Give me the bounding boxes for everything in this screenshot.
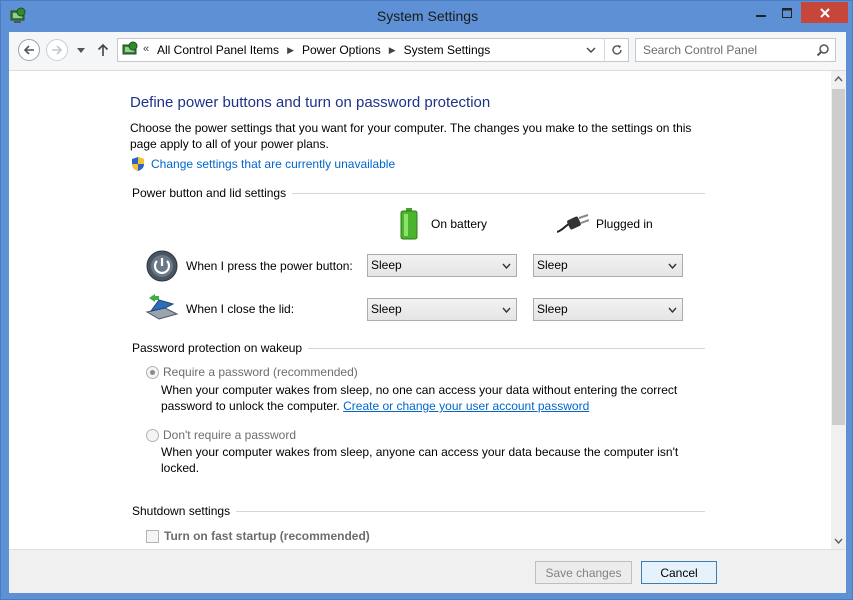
require-password-description: When your computer wakes from sleep, no …	[161, 382, 691, 414]
forward-arrow-icon	[52, 45, 63, 55]
chevron-up-icon	[834, 76, 843, 82]
plug-icon	[557, 214, 589, 233]
back-button[interactable]	[18, 39, 40, 61]
select-value: Sleep	[537, 302, 568, 316]
close-lid-plugged-in-select[interactable]: Sleep	[533, 298, 683, 321]
change-settings-link-row[interactable]: Change settings that are currently unava…	[130, 156, 395, 172]
on-battery-header: On battery	[400, 208, 487, 240]
chevron-down-icon	[502, 263, 511, 269]
dont-require-password-radio[interactable]	[146, 428, 159, 442]
search-input[interactable]	[636, 39, 812, 61]
title-bar: System Settings	[1, 1, 853, 32]
search-box[interactable]	[635, 38, 836, 62]
chevron-down-icon	[586, 47, 596, 53]
control-panel-icon	[122, 41, 138, 55]
content-pane: Define power buttons and turn on passwor…	[9, 71, 846, 549]
fast-startup-option[interactable]: Turn on fast startup (recommended)	[146, 529, 370, 543]
select-value: Sleep	[537, 258, 568, 272]
page-title: Define power buttons and turn on passwor…	[130, 94, 491, 111]
plugged-in-header: Plugged in	[557, 214, 653, 234]
forward-button[interactable]	[46, 39, 68, 61]
scroll-up-button[interactable]	[831, 71, 846, 87]
dont-require-password-option[interactable]: Don't require a password	[146, 428, 296, 442]
breadcrumb-separator-icon[interactable]: ▶	[389, 45, 396, 56]
chevron-down-icon	[668, 307, 677, 313]
scroll-down-button[interactable]	[831, 533, 846, 549]
close-lid-label: When I close the lid:	[186, 302, 295, 316]
breadcrumb-item-all-control-panel-items[interactable]: All Control Panel Items	[157, 43, 279, 57]
cancel-button[interactable]: Cancel	[641, 561, 717, 584]
battery-icon	[400, 208, 418, 240]
chevron-down-icon	[502, 307, 511, 313]
change-settings-link[interactable]: Change settings that are currently unava…	[151, 157, 395, 171]
vertical-scrollbar[interactable]	[831, 71, 846, 549]
fast-startup-checkbox[interactable]	[146, 529, 159, 543]
require-password-label: Require a password (recommended)	[163, 365, 358, 379]
minimize-icon	[756, 14, 766, 17]
back-arrow-icon	[23, 45, 34, 55]
power-button-plugged-in-select[interactable]: Sleep	[533, 254, 683, 277]
plugged-in-label: Plugged in	[596, 217, 653, 231]
password-section-title: Password protection on wakeup	[132, 341, 309, 355]
shield-icon	[132, 157, 144, 171]
chevron-down-icon	[77, 47, 85, 53]
create-password-link[interactable]: Create or change your user account passw…	[343, 399, 589, 413]
on-battery-label: On battery	[431, 217, 488, 231]
up-button[interactable]	[96, 41, 110, 59]
page-description: Choose the power settings that you want …	[130, 121, 692, 151]
chevron-down-icon	[834, 538, 843, 544]
dont-require-password-description: When your computer wakes from sleep, any…	[161, 445, 679, 475]
require-password-radio[interactable]	[146, 365, 159, 379]
laptop-lid-icon	[145, 294, 179, 320]
up-arrow-icon	[97, 43, 109, 56]
close-icon	[819, 7, 830, 18]
shutdown-section-title: Shutdown settings	[132, 504, 237, 518]
refresh-icon	[611, 45, 622, 55]
chevron-down-icon	[668, 263, 677, 269]
dont-require-password-label: Don't require a password	[163, 428, 297, 442]
breadcrumb-item-power-options[interactable]: Power Options	[302, 43, 381, 57]
power-button-icon	[146, 250, 178, 282]
maximize-button[interactable]	[774, 2, 800, 23]
power-button-on-battery-select[interactable]: Sleep	[367, 254, 517, 277]
close-button[interactable]	[801, 2, 848, 23]
address-dropdown-button[interactable]	[584, 43, 598, 57]
navigation-bar: « All Control Panel Items ▶ Power Option…	[9, 32, 846, 71]
breadcrumb: All Control Panel Items ▶ Power Options …	[157, 43, 490, 57]
select-value: Sleep	[371, 258, 402, 272]
search-icon[interactable]	[816, 43, 830, 57]
close-lid-on-battery-select[interactable]: Sleep	[367, 298, 517, 321]
select-value: Sleep	[371, 302, 402, 316]
minimize-button[interactable]	[748, 2, 774, 23]
refresh-button[interactable]	[604, 39, 628, 61]
fast-startup-label: Turn on fast startup (recommended)	[164, 529, 370, 543]
power-button-label: When I press the power button:	[186, 259, 353, 273]
footer-bar: Save changes Cancel	[9, 549, 846, 593]
require-password-option[interactable]: Require a password (recommended)	[146, 365, 358, 379]
scroll-thumb[interactable]	[832, 89, 845, 425]
address-bar[interactable]: « All Control Panel Items ▶ Power Option…	[117, 38, 629, 62]
maximize-icon	[782, 7, 792, 18]
window-title: System Settings	[376, 8, 479, 24]
power-section-title: Power button and lid settings	[132, 186, 293, 200]
breadcrumb-overflow[interactable]: «	[143, 43, 149, 55]
window: System Settings « All Control Panel Item…	[0, 0, 853, 600]
recent-locations-button[interactable]	[75, 43, 87, 57]
save-changes-button[interactable]: Save changes	[535, 561, 632, 584]
breadcrumb-separator-icon[interactable]: ▶	[287, 45, 294, 56]
breadcrumb-item-system-settings[interactable]: System Settings	[404, 43, 491, 57]
